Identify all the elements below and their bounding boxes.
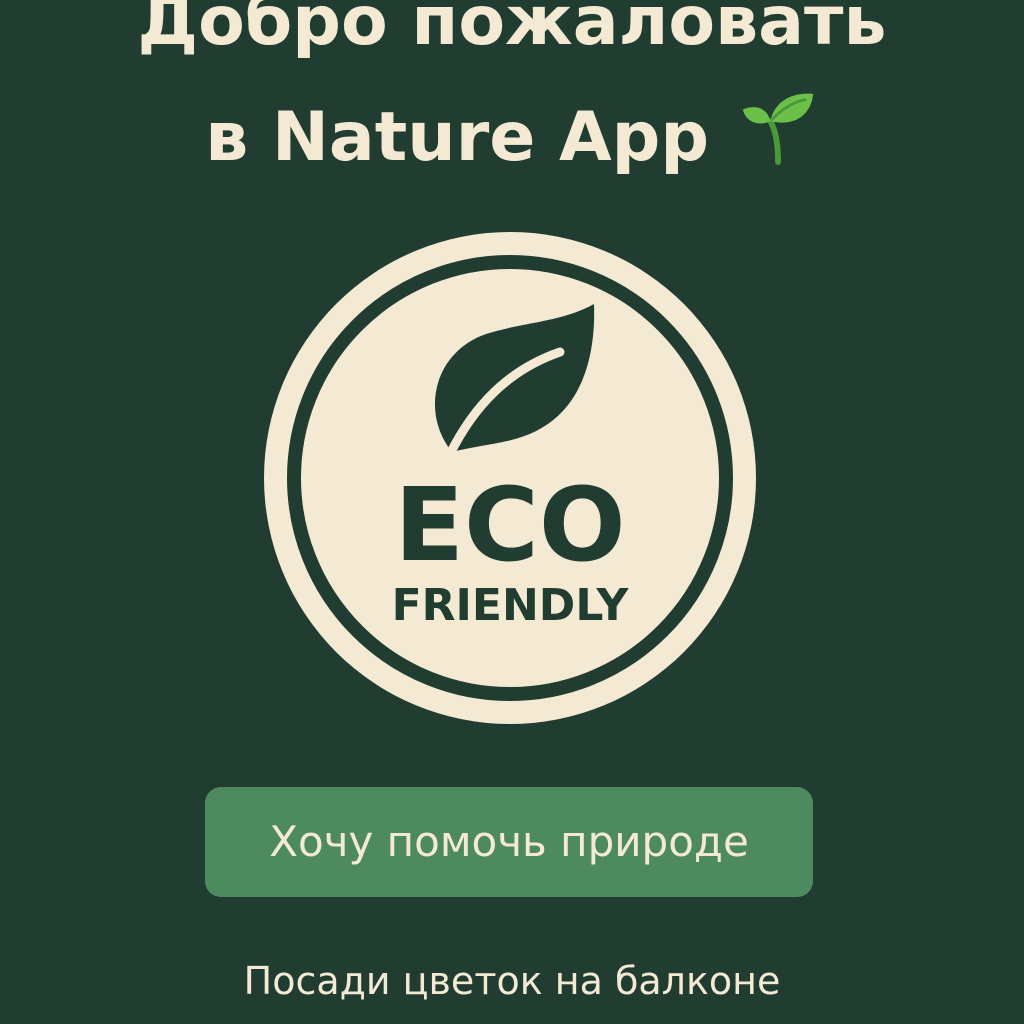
help-nature-button[interactable]: Хочу помочь природе — [205, 787, 813, 897]
page-title-line-2: в Nature App — [0, 88, 1024, 184]
title-line-2: в Nature App — [205, 98, 710, 177]
eco-friendly-badge: ECO FRIENDLY — [262, 230, 758, 726]
badge-word-main: ECO — [394, 466, 625, 585]
footer-subtitle: Посади цветок на балконе — [243, 959, 781, 1003]
page-title: Добро пожаловать — [0, 0, 1024, 62]
badge-word-sub: FRIENDLY — [392, 580, 630, 631]
title-line-1: Добро пожаловать — [137, 0, 887, 61]
sprout-icon — [741, 88, 819, 184]
